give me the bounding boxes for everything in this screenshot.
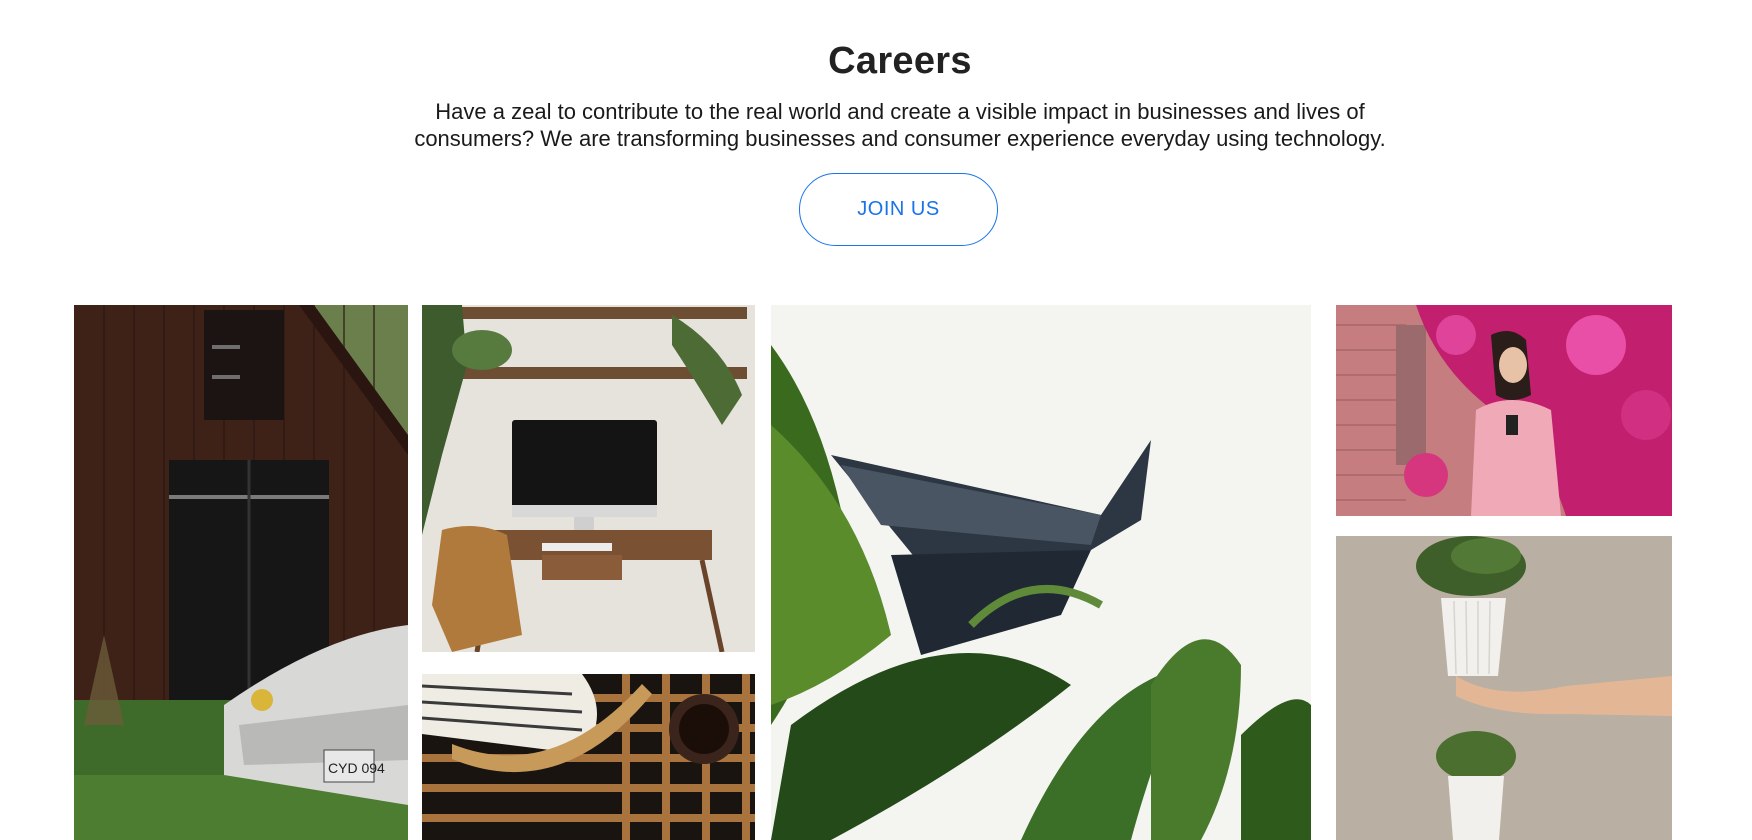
careers-description: Have a zeal to contribute to the real wo… <box>0 98 1752 152</box>
join-us-button[interactable]: JOIN US <box>799 173 998 246</box>
basket-coffee-photo <box>422 674 755 840</box>
careers-title: Careers <box>828 40 972 82</box>
gallery-image-home-office <box>422 305 755 652</box>
careers-description-line-2: consumers? We are transforming businesse… <box>414 126 1386 151</box>
gallery-image-basket-coffee <box>422 674 755 840</box>
gallery-image-potted-plant <box>1336 536 1672 840</box>
gallery-image-woman-flowers <box>1336 305 1672 516</box>
license-plate-text: CYD 094 <box>328 760 385 776</box>
gallery-image-barn-car: CYD 094 <box>74 305 408 840</box>
careers-description-line-1: Have a zeal to contribute to the real wo… <box>435 99 1365 124</box>
gallery-image-pagoda-leaves <box>771 305 1311 840</box>
woman-flowers-photo <box>1336 305 1672 516</box>
barn-car-photo: CYD 094 <box>74 305 408 840</box>
potted-plant-photo <box>1336 536 1672 840</box>
pagoda-leaves-photo <box>771 305 1311 840</box>
home-office-photo <box>422 305 755 652</box>
